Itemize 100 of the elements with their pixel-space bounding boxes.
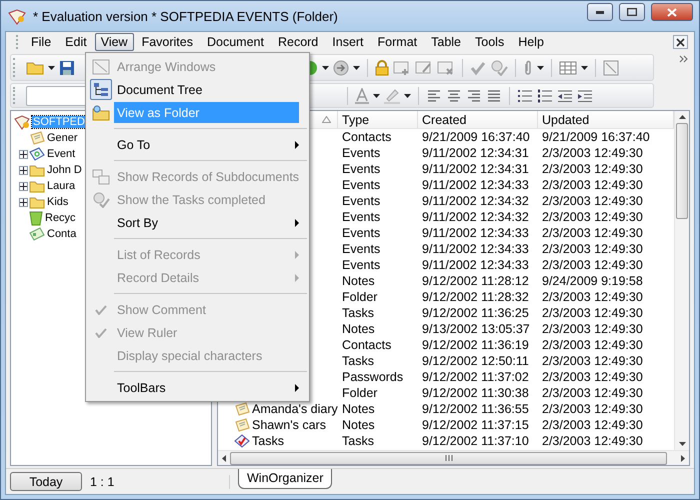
- menu-option[interactable]: Document Tree: [114, 79, 299, 100]
- align-left-icon[interactable]: [426, 88, 442, 102]
- caret-icon: [48, 66, 55, 70]
- table-cell-text: 2/3/2003 12:49:30: [541, 146, 644, 160]
- tree-item[interactable]: Gener: [46, 132, 79, 144]
- menu-item[interactable]: Insert: [326, 33, 370, 51]
- align-right-icon[interactable]: [466, 88, 482, 102]
- table-cell: Shawn's cars: [252, 418, 326, 432]
- folder-icon: [29, 195, 45, 209]
- close-button[interactable]: [651, 3, 693, 21]
- expand-toggle[interactable]: [19, 198, 28, 206]
- table-cell-text: 2/3/2003 12:49:30: [541, 258, 644, 272]
- table-cell-text: Contacts: [341, 130, 392, 144]
- table-cell-text: 9/11/2002 12:34:33: [421, 178, 530, 192]
- arrow-circle-icon[interactable]: [333, 60, 349, 76]
- tree-item[interactable]: John D: [46, 164, 83, 176]
- table-cell-text: 2/3/2003 12:49:30: [541, 194, 644, 208]
- table-cell-text: 9/11/2002 12:34:32: [421, 194, 530, 208]
- table-cell-text: 2/3/2003 12:49:30: [541, 210, 644, 224]
- table-cell-text: Events: [341, 226, 382, 240]
- scroll-up-icon: [678, 115, 686, 119]
- note-icon: [234, 402, 250, 416]
- table-cell-text: 9/11/2002 12:34:33: [421, 226, 530, 240]
- edit-record-icon[interactable]: [415, 60, 433, 76]
- scroll-thumb[interactable]: [230, 452, 667, 464]
- note-icon: [234, 418, 250, 432]
- today-button[interactable]: Today: [10, 472, 82, 491]
- plus-icon: [20, 150, 27, 158]
- scroll-down-icon: [678, 442, 686, 446]
- close-document-button[interactable]: [673, 35, 688, 49]
- minimize-button[interactable]: [587, 3, 613, 21]
- folder-icon[interactable]: [26, 60, 44, 76]
- menu-item[interactable]: Edit: [59, 33, 93, 51]
- lock-icon[interactable]: [375, 60, 389, 76]
- numbered-list-icon[interactable]: [537, 88, 553, 102]
- folder-icon: [29, 179, 45, 193]
- font-color-icon[interactable]: [355, 88, 369, 104]
- expand-toggle[interactable]: [19, 166, 28, 174]
- maximize-button[interactable]: [619, 3, 645, 21]
- tree-item[interactable]: Laura: [46, 180, 76, 192]
- menu-option[interactable]: ToolBars: [114, 377, 295, 398]
- table-cell-text: 9/11/2002 12:34:33: [421, 242, 530, 256]
- align-center-icon[interactable]: [446, 88, 462, 102]
- outdent-icon[interactable]: [557, 88, 573, 102]
- table-cell-text: Events: [341, 242, 382, 256]
- new-record-icon[interactable]: [393, 60, 411, 76]
- table-cell-text: 9/12/2002 11:28:32: [421, 290, 530, 304]
- bulb-icon: [92, 192, 110, 208]
- indent-icon[interactable]: [577, 88, 593, 102]
- menu-item[interactable]: File: [25, 33, 58, 51]
- check-icon[interactable]: [470, 60, 486, 76]
- document-tab[interactable]: WinOrganizer: [238, 468, 332, 488]
- menu-option[interactable]: Go To: [114, 134, 295, 155]
- menu-item[interactable]: Favorites: [136, 33, 199, 51]
- expand-toggle[interactable]: [19, 182, 28, 190]
- chevron-icon[interactable]: [679, 55, 689, 63]
- save-icon[interactable]: [59, 60, 75, 76]
- bullet-list-icon[interactable]: [517, 88, 533, 102]
- table-cell-text: 2/3/2003 12:49:30: [541, 242, 644, 256]
- vertical-scrollbar[interactable]: [674, 111, 689, 450]
- scroll-right-icon: [681, 454, 685, 462]
- task-icon: [234, 434, 250, 448]
- trash-icon: [29, 210, 43, 226]
- table-cell-text: 9/12/2002 11:30:38: [421, 386, 530, 400]
- justify-icon[interactable]: [486, 88, 502, 102]
- delete-record-icon[interactable]: [437, 60, 455, 76]
- table-cell-text: 9/21/2009 16:37:40: [421, 130, 531, 144]
- table-icon[interactable]: [559, 60, 577, 74]
- menu-item[interactable]: Help: [512, 33, 550, 51]
- column-header[interactable]: Type: [338, 111, 418, 128]
- menu-option[interactable]: Sort By: [114, 212, 295, 233]
- menu-item[interactable]: Table: [425, 33, 468, 51]
- table-cell-text: Events: [341, 258, 382, 272]
- menu-item[interactable]: View: [94, 33, 134, 51]
- column-header[interactable]: Created: [418, 111, 538, 128]
- table-cell-text: 9/11/2002 12:34:33: [421, 258, 530, 272]
- table-cell-text: 9/12/2002 11:37:10: [421, 434, 530, 448]
- menu-item[interactable]: Format: [372, 33, 424, 51]
- tree-item[interactable]: Event: [46, 148, 76, 160]
- paperclip-icon[interactable]: [523, 60, 533, 76]
- table-cell-text: 2/3/2003 12:49:30: [541, 434, 644, 448]
- table-cell: Tasks: [252, 434, 284, 448]
- menu-item[interactable]: Document: [200, 33, 270, 51]
- scroll-thumb[interactable]: [676, 123, 688, 219]
- tree-item[interactable]: Kids: [46, 196, 70, 208]
- expand-toggle[interactable]: [19, 150, 28, 158]
- tree-item[interactable]: Conta: [46, 228, 78, 240]
- table-cell-text: Events: [341, 210, 382, 224]
- tree-view-icon: [93, 82, 109, 98]
- horizontal-scrollbar[interactable]: [218, 450, 689, 465]
- menu-item[interactable]: Tools: [469, 33, 510, 51]
- table-cell-text: Folder: [341, 290, 378, 304]
- table-cell-text: 2/3/2003 12:49:30: [541, 354, 644, 368]
- table-cell-text: 2/3/2003 12:49:30: [541, 370, 644, 384]
- menu-item[interactable]: Record: [272, 33, 324, 51]
- window-frame-icon[interactable]: [603, 60, 619, 76]
- table-cell-text: Notes: [341, 402, 376, 416]
- window-title: * Evaluation version * SOFTPEDIA EVENTS (Folder): [33, 8, 339, 24]
- tree-item[interactable]: Recyc: [44, 212, 77, 224]
- table-cell-text: Notes: [341, 274, 376, 288]
